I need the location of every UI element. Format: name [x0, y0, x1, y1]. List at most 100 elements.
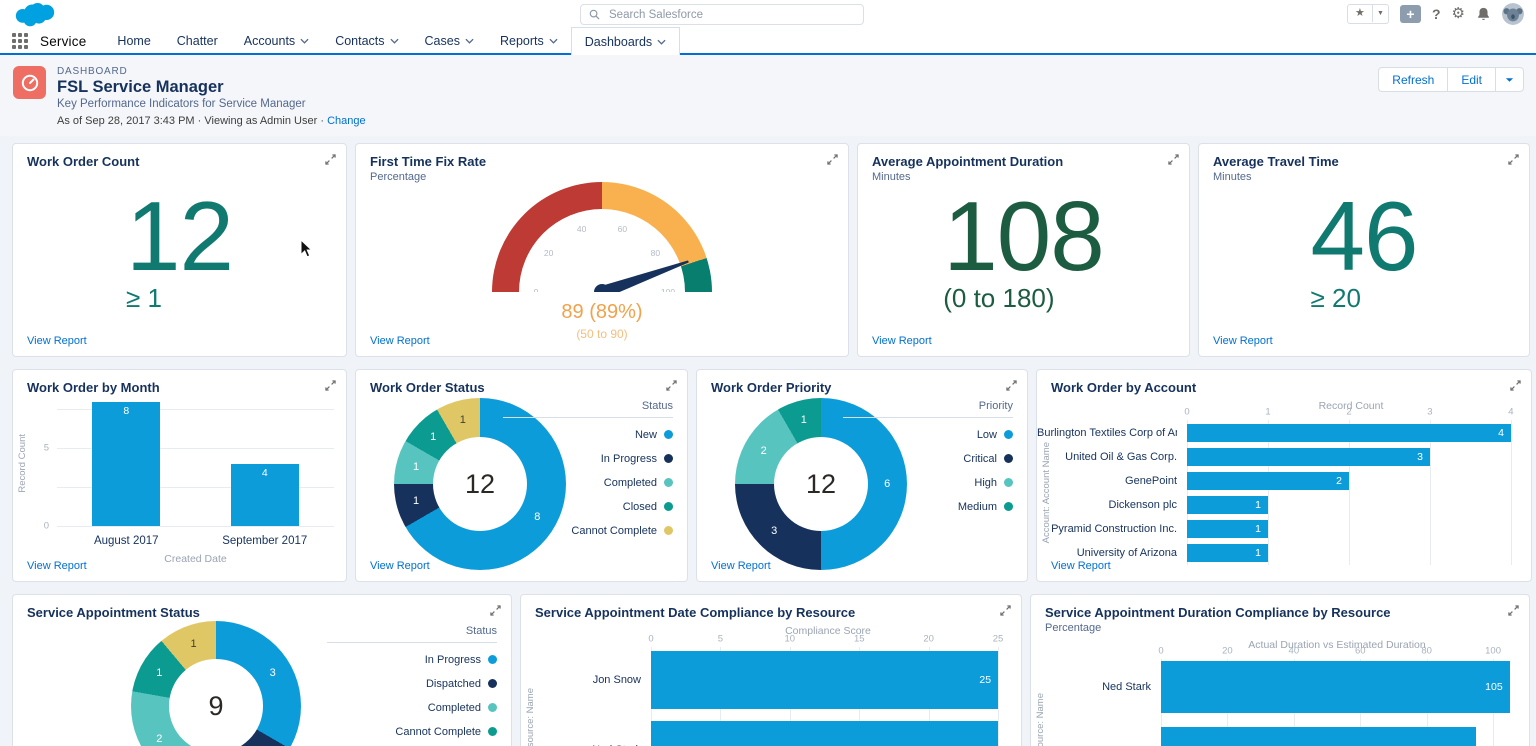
more-actions-button[interactable] — [1495, 67, 1524, 92]
tab-accounts[interactable]: Accounts — [231, 27, 322, 55]
bar[interactable]: 105 — [1161, 661, 1510, 713]
app-launcher-icon[interactable] — [12, 33, 28, 49]
bar[interactable]: 4 — [231, 464, 299, 526]
legend-item: New — [503, 425, 673, 443]
quick-create-icon[interactable]: + — [1400, 5, 1421, 23]
app-name[interactable]: Service — [40, 34, 86, 49]
page-title: FSL Service Manager — [57, 78, 224, 97]
expand-icon[interactable] — [325, 380, 336, 391]
bar[interactable] — [1161, 727, 1476, 746]
widget-sa-duration-compliance: Service Appointment Duration Compliance … — [1030, 594, 1530, 746]
tab-chatter[interactable]: Chatter — [164, 27, 231, 55]
user-avatar[interactable] — [1502, 3, 1524, 25]
chevron-down-icon — [300, 38, 309, 44]
chevron-down-icon — [549, 38, 558, 44]
tab-dashboards[interactable]: Dashboards — [571, 27, 680, 55]
widget-subtitle: Minutes — [1213, 171, 1252, 183]
donut-total: 9 — [208, 691, 223, 722]
edit-button[interactable]: Edit — [1447, 67, 1496, 92]
expand-icon[interactable] — [490, 605, 501, 616]
widget-title: Service Appointment Date Compliance by R… — [535, 605, 855, 620]
expand-icon[interactable] — [1508, 605, 1519, 616]
bar[interactable]: 1 — [1187, 496, 1268, 514]
gauge-value: 89 (89%) — [492, 301, 712, 324]
legend-item: High — [843, 473, 1013, 491]
widget-service-appointment-status: Service Appointment Status 932211StatusI… — [12, 594, 512, 746]
widget-title: Average Appointment Duration — [872, 154, 1063, 169]
widget-title: Work Order Count — [27, 154, 139, 169]
bar[interactable]: 2 — [1187, 472, 1349, 490]
chevron-down-icon — [657, 39, 666, 45]
asof-line: As of Sep 28, 2017 3:43 PM · Viewing as … — [57, 115, 366, 127]
nav-underline — [0, 53, 1536, 55]
view-report-link[interactable]: View Report — [27, 335, 87, 347]
bar[interactable]: 3 — [1187, 448, 1430, 466]
bar[interactable]: 4 — [1187, 424, 1511, 442]
asof-text: As of Sep 28, 2017 3:43 PM · Viewing as … — [57, 115, 324, 127]
widget-first-time-fix-rate: First Time Fix Rate Percentage 020406080… — [355, 143, 849, 357]
expand-icon[interactable] — [1006, 380, 1017, 391]
refresh-button[interactable]: Refresh — [1378, 67, 1448, 92]
tab-contacts[interactable]: Contacts — [322, 27, 411, 55]
nav-tabs: HomeChatterAccountsContactsCasesReportsD… — [104, 27, 680, 55]
view-report-link[interactable]: View Report — [872, 335, 932, 347]
legend-item: In Progress — [327, 650, 497, 668]
widget-title: Work Order Status — [370, 380, 485, 395]
tab-home[interactable]: Home — [104, 27, 163, 55]
bar[interactable]: 8 — [92, 402, 160, 526]
donut: 932211 — [131, 621, 301, 746]
widget-work-order-by-account: Work Order by Account Record Count01234B… — [1036, 369, 1532, 582]
chevron-down-icon — [1505, 77, 1514, 83]
favorites-star-icon[interactable]: ★ — [1348, 5, 1373, 22]
expand-icon[interactable] — [1508, 154, 1519, 165]
expand-icon[interactable] — [1000, 605, 1011, 616]
legend-item: Cannot Complete — [503, 521, 673, 539]
bar[interactable]: 25 — [651, 651, 998, 709]
view-report-link[interactable]: View Report — [370, 560, 430, 572]
expand-icon[interactable] — [1168, 154, 1179, 165]
dashboard-grid: Work Order Count 12≥ 1 View Report First… — [0, 136, 1536, 746]
widget-title: Average Travel Time — [1213, 154, 1339, 169]
search-input[interactable] — [607, 8, 855, 22]
expand-icon[interactable] — [666, 380, 677, 391]
global-search[interactable] — [580, 4, 864, 25]
widget-subtitle: Minutes — [872, 171, 911, 183]
expand-icon[interactable] — [325, 154, 336, 165]
view-report-link[interactable]: View Report — [1051, 560, 1111, 572]
expand-icon[interactable] — [1510, 380, 1521, 391]
tab-reports[interactable]: Reports — [487, 27, 571, 55]
donut-total: 12 — [465, 469, 495, 500]
tab-cases[interactable]: Cases — [412, 27, 487, 55]
bar[interactable]: 1 — [1187, 544, 1268, 562]
dashboard-icon — [13, 66, 46, 99]
donut-chart: 126321PriorityLowCriticalHighMedium — [697, 370, 1027, 581]
view-report-link[interactable]: View Report — [711, 560, 771, 572]
dashboard-header: DASHBOARD FSL Service Manager Key Perfor… — [0, 55, 1536, 136]
donut-chart: 1281111StatusNewIn ProgressCompletedClos… — [356, 370, 687, 581]
chevron-down-icon — [390, 38, 399, 44]
search-icon — [589, 9, 600, 20]
view-report-link[interactable]: View Report — [1213, 335, 1273, 347]
setup-gear-icon[interactable]: ⚙ — [1452, 5, 1465, 23]
widget-subtitle: Percentage — [370, 171, 426, 183]
legend-item: Dispatched — [327, 674, 497, 692]
donut-total: 12 — [806, 469, 836, 500]
favorites-control[interactable]: ★ ▼ — [1347, 4, 1389, 24]
bar[interactable] — [651, 721, 998, 746]
help-icon[interactable]: ? — [1432, 6, 1441, 22]
gauge-chart: 020406080100 89 (89%) (50 to 90) — [356, 144, 848, 356]
view-report-link[interactable]: View Report — [27, 560, 87, 572]
widget-work-order-priority: Work Order Priority 126321PriorityLowCri… — [696, 369, 1028, 582]
bar[interactable]: 1 — [1187, 520, 1268, 538]
salesforce-logo — [14, 2, 60, 27]
legend-item: In Progress — [503, 449, 673, 467]
legend-item: Completed — [327, 698, 497, 716]
favorites-caret-icon[interactable]: ▼ — [1373, 10, 1388, 17]
notifications-bell-icon[interactable] — [1476, 6, 1491, 22]
view-report-link[interactable]: View Report — [370, 335, 430, 347]
change-link[interactable]: Change — [327, 115, 366, 127]
widget-title: Work Order by Account — [1051, 380, 1196, 395]
expand-icon[interactable] — [827, 154, 838, 165]
widget-subtitle: Percentage — [1045, 622, 1101, 634]
legend-item: Critical — [843, 449, 1013, 467]
